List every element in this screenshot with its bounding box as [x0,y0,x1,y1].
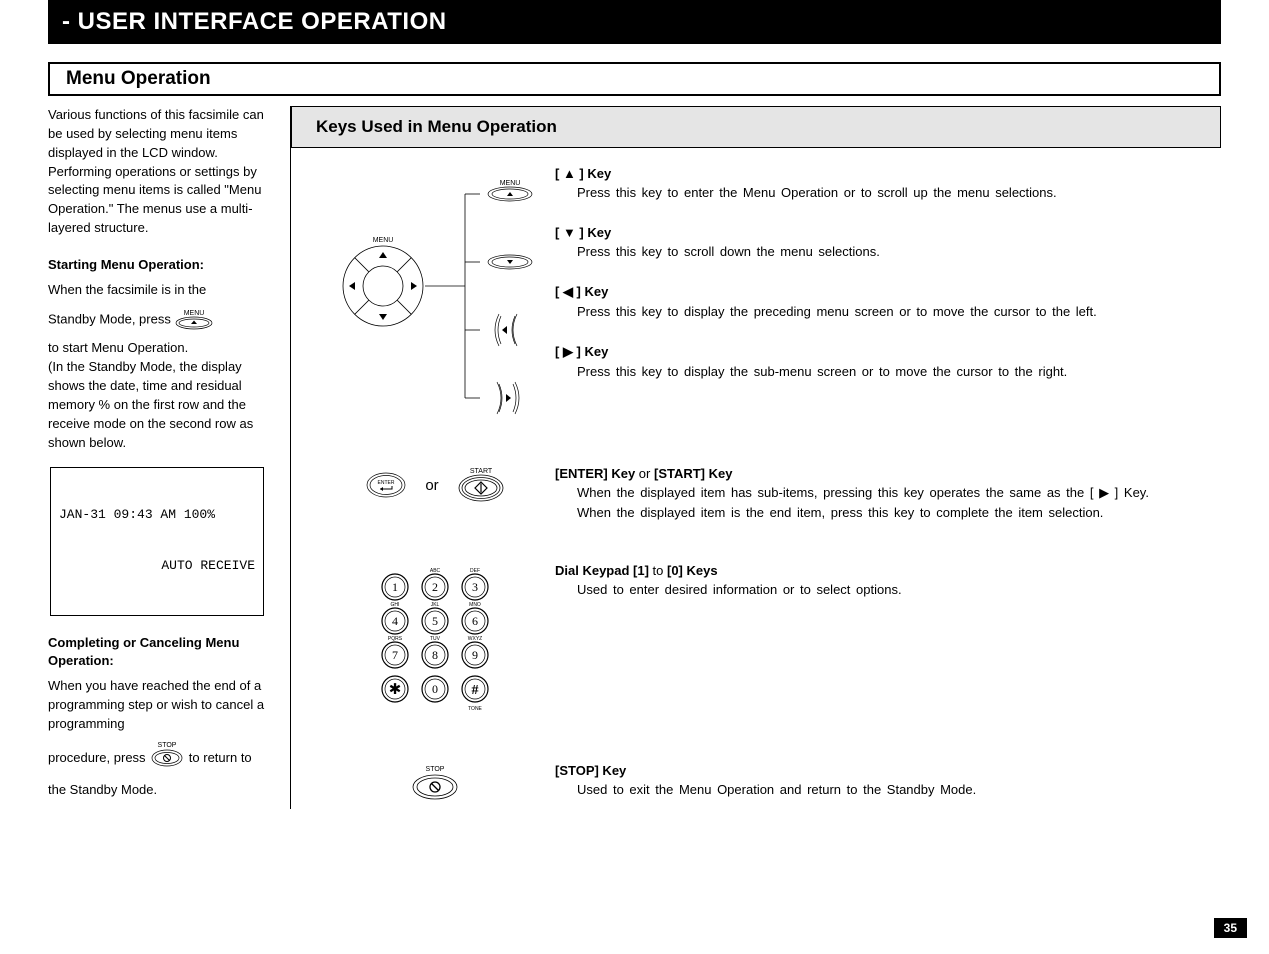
svg-text:6: 6 [472,614,478,628]
svg-text:START: START [470,468,493,475]
nav-pad-icons: MENU [315,166,555,426]
svg-text:TUV: TUV [430,636,441,642]
starting-line3: to start Menu Operation. (In the Standby… [48,339,266,452]
lcd-line2: AUTO RECEIVE [59,558,255,575]
enter-key-text: When the displayed item has sub-items, p… [577,483,1217,523]
right-key-text: Press this key to display the sub-menu s… [577,362,1217,382]
svg-text:MENU: MENU [373,237,394,244]
right-column: Keys Used in Menu Operation MENU [290,106,1221,809]
dial-description: Dial Keypad [1] to [0] Keys Used to ente… [555,563,1217,600]
svg-text:0: 0 [432,682,438,696]
nav-descriptions: [ ▲ ] Key Press this key to enter the Me… [555,166,1217,383]
svg-text:JKL: JKL [431,602,440,608]
stop-icon: STOP [410,763,460,803]
lcd-display: JAN-31 09:43 AM 100% AUTO RECEIVE [50,467,264,616]
key-row-nav: MENU [315,166,1217,426]
up-key-text: Press this key to enter the Menu Operati… [577,183,1217,203]
keys-body: MENU [291,166,1221,803]
svg-text:DEF: DEF [470,568,480,574]
completing-line1: When you have reached the end of a progr… [48,677,266,734]
intro-text: Various functions of this facsimile can … [48,106,266,238]
right-key-name: [ ▶ ] Key [555,344,608,359]
svg-text:MNO: MNO [469,602,481,608]
stop-icon-box: STOP [315,763,555,803]
dial-key-name2: [0] Keys [667,563,718,578]
left-column: Various functions of this facsimile can … [48,106,266,809]
key-row-enter: ENTER or START [315,466,1217,523]
svg-text:7: 7 [392,648,398,662]
key-row-dial: 1 2 ABC 3 DEF 4 GHI 5 JKL 6 MNO 7 PQRS 8 TUV 9 W… [315,563,1217,723]
svg-text:8: 8 [432,648,438,662]
stop-key-text: Used to exit the Menu Operation and retu… [577,780,1217,800]
section-heading: Menu Operation [48,62,1221,96]
dial-key-name1: Dial Keypad [1] [555,563,649,578]
enter-description: [ENTER] Key or [START] Key When the disp… [555,466,1217,523]
svg-text:TONE: TONE [468,706,482,712]
svg-text:3: 3 [472,580,478,594]
content-wrap: Various functions of this facsimile can … [48,106,1221,809]
keys-heading: Keys Used in Menu Operation [291,106,1221,148]
svg-text:1: 1 [392,580,398,594]
svg-text:MENU: MENU [184,310,205,317]
key-row-stop: STOP [STOP] Key Used to exit the Menu Op… [315,763,1217,803]
stop-description: [STOP] Key Used to exit the Menu Operati… [555,763,1217,800]
svg-text:ABC: ABC [430,568,441,574]
svg-text:WXYZ: WXYZ [468,636,482,642]
starting-line2: Standby Mode, press MENU [48,306,266,334]
page-title-bar: - USER INTERFACE OPERATION [48,0,1221,44]
svg-text:9: 9 [472,648,478,662]
or-label: or [425,477,438,494]
dial-key-text: Used to enter desired information or to … [577,580,1217,600]
enter-start-icons: ENTER or START [315,466,555,504]
page-number: 35 [1214,918,1247,938]
enter-key-name1: [ENTER] Key [555,466,635,481]
svg-text:5: 5 [432,614,438,628]
stop-icon-inline: STOP [149,740,185,777]
svg-text:2: 2 [432,580,438,594]
start-icon: START [457,466,505,504]
starting-line1: When the facsimile is in the [48,281,266,300]
down-key-name: [ ▼ ] Key [555,225,611,240]
left-key-text: Press this key to display the preceding … [577,302,1217,322]
left-key-name: [ ◀ ] Key [555,284,608,299]
svg-text:GHI: GHI [391,602,400,608]
completing-line2: procedure, press STOP to return to the S… [48,740,266,803]
enter-key-name2: [START] Key [654,466,732,481]
svg-text:MENU: MENU [500,180,521,187]
svg-text:STOP: STOP [426,766,445,773]
lcd-line1: JAN-31 09:43 AM 100% [59,507,255,524]
completing-heading: Completing or Canceling Menu Operation: [48,634,266,672]
enter-icon: ENTER [365,470,407,500]
keypad-icon: 1 2 ABC 3 DEF 4 GHI 5 JKL 6 MNO 7 PQRS 8 TUV 9 W… [315,563,555,723]
svg-text:#: # [472,683,479,698]
svg-text:ENTER: ENTER [378,480,395,486]
starting-heading: Starting Menu Operation: [48,256,266,275]
up-key-name: [ ▲ ] Key [555,166,611,181]
menu-up-icon-inline: MENU [174,308,214,336]
stop-key-name: [STOP] Key [555,763,626,778]
down-key-text: Press this key to scroll down the menu s… [577,242,1217,262]
svg-text:PQRS: PQRS [388,636,403,642]
svg-text:✱: ✱ [389,682,402,698]
svg-text:4: 4 [392,614,398,628]
svg-text:STOP: STOP [158,742,177,749]
